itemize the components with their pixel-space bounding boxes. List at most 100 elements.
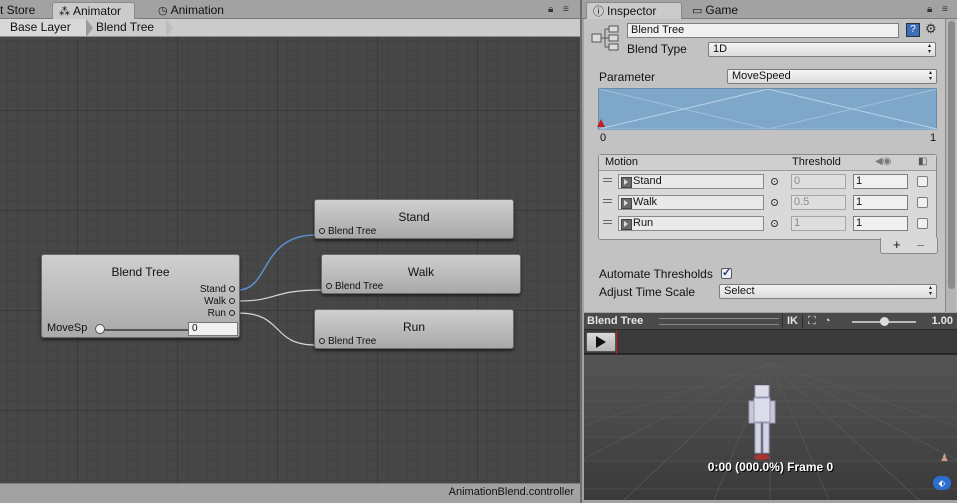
tab-label: t Store: [0, 3, 36, 17]
inspector-window: ⓘ Inspector ▭ Game 🔒︎ ≡ Blend Tree ? ⚙ Ble…: [580, 0, 957, 503]
object-picker-icon[interactable]: [771, 220, 778, 227]
port-label: Run: [207, 308, 226, 319]
drag-handle-icon[interactable]: [603, 220, 612, 224]
motion-node-stand[interactable]: Stand Blend Tree: [314, 199, 514, 239]
breadcrumb: Base Layer Blend Tree: [0, 19, 580, 37]
tab-animator[interactable]: ⁂ Animator: [52, 2, 135, 19]
port-label: Stand: [199, 284, 226, 295]
tab-label: Animation: [170, 3, 224, 17]
object-picker-icon[interactable]: [771, 199, 778, 206]
adjust-time-scale-dropdown[interactable]: Select: [719, 284, 937, 299]
blend-tree-name-field[interactable]: Blend Tree: [627, 23, 899, 38]
current-value-marker[interactable]: [597, 119, 605, 127]
controller-filename: AnimationBlend.controller: [448, 486, 574, 498]
input-port[interactable]: Blend Tree: [319, 336, 376, 347]
playback-speed-value: 1.00: [931, 315, 953, 327]
parameter-dropdown[interactable]: MoveSpeed: [727, 69, 937, 84]
blend-type-dropdown[interactable]: 1D: [708, 42, 936, 57]
ik-toggle[interactable]: IK: [782, 314, 803, 328]
breadcrumb-label: Base Layer: [10, 20, 71, 34]
breadcrumb-base-layer[interactable]: Base Layer: [0, 19, 86, 36]
node-title: Run: [402, 320, 425, 334]
avatar-selector-icon[interactable]: ♟: [940, 453, 949, 464]
drag-handle-icon[interactable]: [603, 199, 612, 203]
motion-field[interactable]: Stand: [618, 174, 764, 189]
speed-field[interactable]: 1: [853, 174, 908, 189]
inspector-scrollbar[interactable]: [945, 19, 956, 312]
preview-panel: Blend Tree IK ⛶ ◔ 1.00 0:00 (000.0%) Fra…: [584, 313, 957, 500]
remove-motion-button[interactable]: –: [917, 238, 924, 252]
tag-icon[interactable]: ⬖: [933, 476, 951, 490]
mirror-checkbox[interactable]: [917, 218, 928, 229]
play-button[interactable]: [586, 332, 616, 352]
preview-drag-bar[interactable]: [659, 318, 779, 325]
tab-label: Inspector: [607, 4, 657, 18]
tab-inspector[interactable]: ⓘ Inspector: [586, 2, 682, 19]
motion-row: Walk 0.5 1: [599, 193, 936, 213]
game-icon: ▭: [692, 5, 703, 17]
object-picker-icon[interactable]: [771, 178, 778, 185]
output-port-stand[interactable]: Stand: [200, 284, 235, 295]
motion-field[interactable]: Walk: [618, 195, 764, 210]
output-port-walk[interactable]: Walk: [204, 296, 235, 307]
motion-node-run[interactable]: Run Blend Tree: [314, 309, 514, 349]
tab-label: Animator: [73, 4, 122, 18]
help-icon[interactable]: ?: [906, 23, 920, 37]
breadcrumb-blend-tree[interactable]: Blend Tree: [86, 19, 164, 36]
wire-stand: [237, 234, 317, 291]
node-title: Blend Tree: [111, 265, 170, 279]
input-port[interactable]: Blend Tree: [319, 226, 376, 237]
threshold-column-header: Threshold: [792, 156, 841, 168]
speed-field[interactable]: 1: [853, 195, 908, 210]
info-icon: ⓘ: [593, 6, 604, 18]
pivot-icon[interactable]: ⛶: [808, 315, 816, 328]
blend-weights-curves: [598, 88, 938, 130]
blend-weights-graph[interactable]: [597, 88, 938, 130]
left-tab-bar: t Store ⁂ Animator ◷ Animation 🔒︎ ≡: [0, 0, 580, 19]
right-tab-bar: ⓘ Inspector ▭ Game 🔒︎ ≡: [582, 0, 957, 19]
automate-thresholds-checkbox[interactable]: ✓: [721, 268, 732, 279]
threshold-field[interactable]: 1: [791, 216, 846, 231]
motion-row: Run 1 1: [599, 214, 936, 234]
blend-type-label: Blend Type: [627, 42, 687, 56]
tab-animation[interactable]: ◷ Animation: [152, 2, 230, 19]
menu-icon[interactable]: ≡: [942, 4, 948, 15]
blend-tree-node[interactable]: Blend Tree Stand Walk Run MoveSp 0: [41, 254, 240, 338]
parameter-slider-thumb[interactable]: [95, 324, 105, 334]
drag-handle-icon[interactable]: [603, 178, 612, 182]
graph-canvas[interactable]: Blend Tree Stand Walk Run MoveSp 0 Stand…: [0, 37, 580, 483]
preview-viewport[interactable]: [584, 355, 957, 500]
playback-speed-icon[interactable]: ◔: [824, 315, 831, 327]
add-motion-button[interactable]: +: [893, 238, 901, 252]
lock-icon[interactable]: 🔒︎: [548, 4, 553, 15]
output-port-run[interactable]: Run: [208, 308, 235, 319]
mirror-checkbox[interactable]: [917, 176, 928, 187]
animator-window: t Store ⁂ Animator ◷ Animation 🔒︎ ≡ Base L…: [0, 0, 580, 503]
tab-asset-store[interactable]: t Store: [0, 2, 41, 19]
motion-field[interactable]: Run: [618, 216, 764, 231]
motion-list: Motion Threshold ◀◉ ◧ Stand 0 1 Walk 0.5…: [598, 154, 937, 240]
parameter-value-field[interactable]: 0: [188, 322, 238, 336]
playback-speed-thumb[interactable]: [880, 317, 889, 326]
input-port[interactable]: Blend Tree: [326, 281, 383, 292]
lock-icon[interactable]: 🔒︎: [927, 4, 932, 15]
menu-icon[interactable]: ≡: [563, 4, 569, 15]
threshold-field[interactable]: 0: [791, 174, 846, 189]
scrollbar-thumb[interactable]: [948, 21, 955, 289]
breadcrumb-separator: [166, 19, 173, 37]
gear-icon[interactable]: ⚙: [925, 21, 937, 37]
inspector-panel: Blend Tree ? ⚙ Blend Type 1D Parameter M…: [584, 19, 957, 312]
tab-game[interactable]: ▭ Game: [686, 2, 744, 19]
blend-tree-icon: [591, 25, 619, 51]
mirror-checkbox[interactable]: [917, 197, 928, 208]
threshold-field[interactable]: 0.5: [791, 195, 846, 210]
motion-node-walk[interactable]: Walk Blend Tree: [321, 254, 521, 294]
speed-field[interactable]: 1: [853, 216, 908, 231]
breadcrumb-label: Blend Tree: [96, 20, 155, 34]
avatar-figure: [748, 385, 776, 460]
timeline-bar[interactable]: [584, 330, 957, 354]
port-label: Walk: [204, 296, 226, 307]
timeline-playhead[interactable]: [616, 330, 617, 354]
wire-walk: [237, 289, 324, 302]
speed-icon: ◀◉: [875, 156, 892, 167]
